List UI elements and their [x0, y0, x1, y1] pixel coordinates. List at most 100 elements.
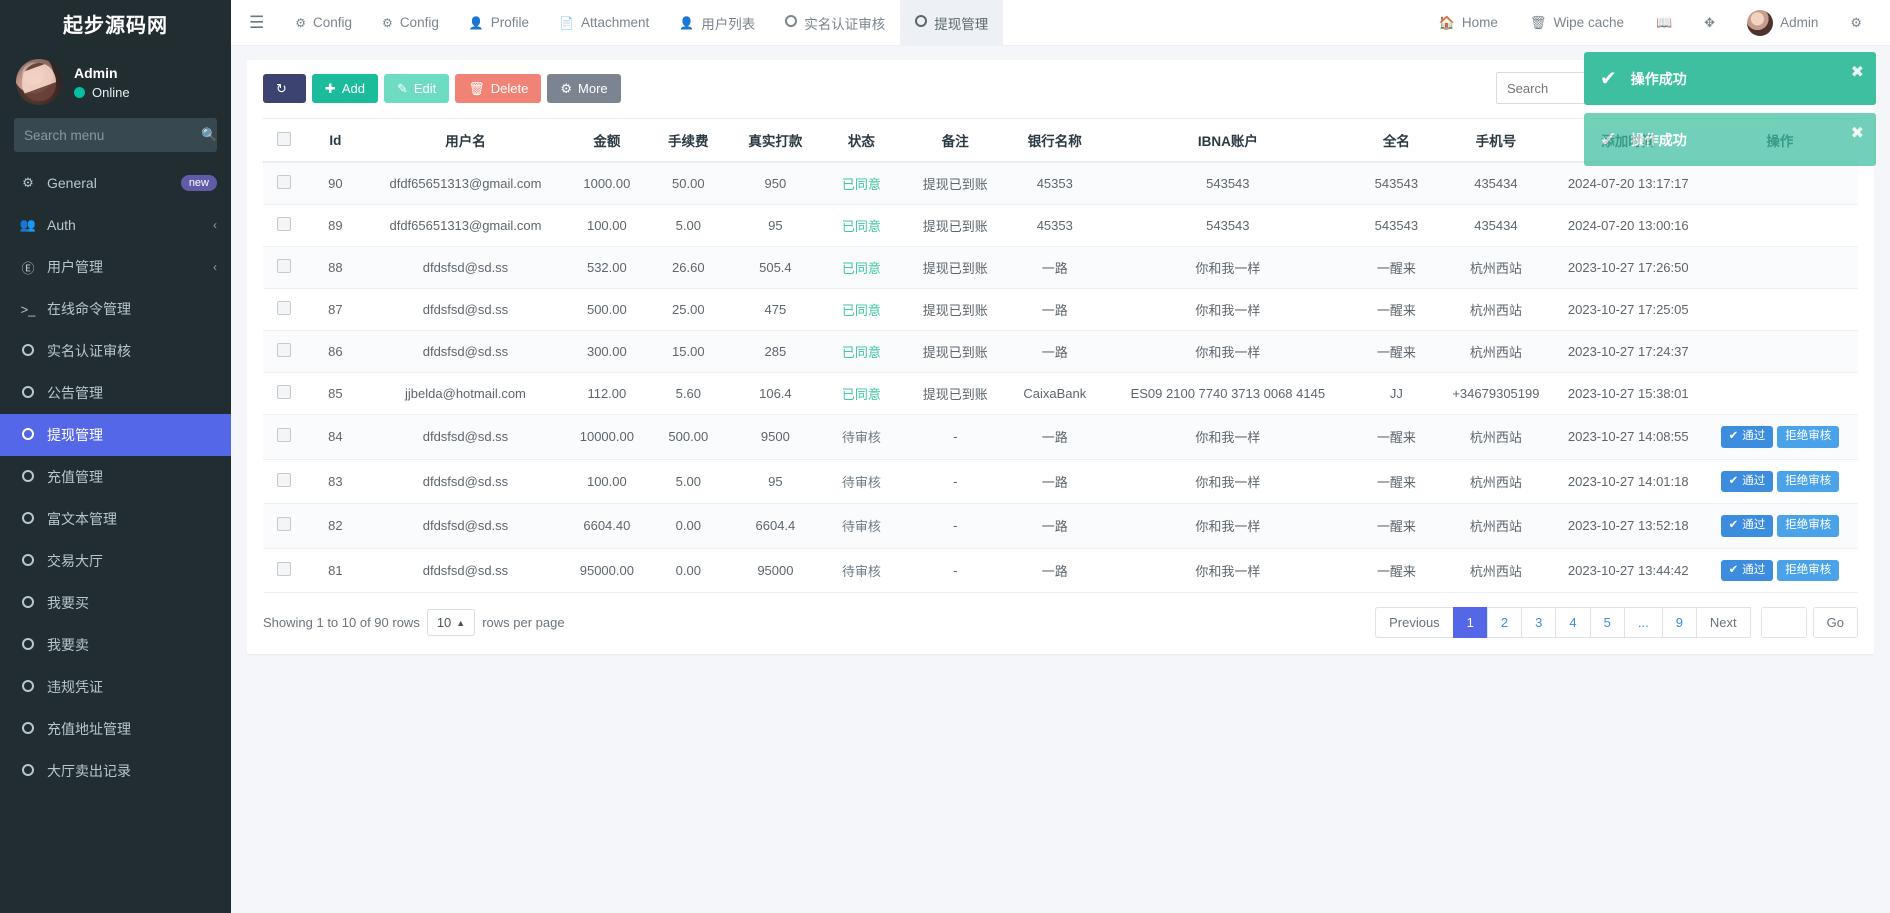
- sidebar-item-7[interactable]: 充值管理: [0, 456, 231, 498]
- page-next[interactable]: Next: [1695, 607, 1751, 638]
- refresh-button[interactable]: ↻: [263, 73, 306, 103]
- approve-button[interactable]: ✔ 通过: [1720, 559, 1774, 581]
- cell-select[interactable]: [263, 372, 306, 415]
- rows-per-page-select[interactable]: 10 ▲: [426, 609, 476, 636]
- reject-button[interactable]: 拒绝审核: [1777, 470, 1840, 492]
- approve-button[interactable]: ✔ 通过: [1720, 515, 1774, 537]
- topbar-action-cogs-icon[interactable]: ⚙: [1834, 0, 1878, 46]
- select-all-checkbox[interactable]: [277, 131, 292, 146]
- tab-4[interactable]: 👤 用户列表: [664, 0, 770, 46]
- col-header-4[interactable]: 手续费: [647, 118, 730, 163]
- table-row[interactable]: 81 dfdsfsd@sd.ss 95000.00 0.00 95000 待审核 - 一路 你和…: [263, 548, 1858, 593]
- goto-page-input[interactable]: [1760, 607, 1807, 638]
- tab-0[interactable]: ⚙ Config: [280, 0, 367, 46]
- select-all-header[interactable]: [263, 118, 306, 163]
- reject-button[interactable]: 拒绝审核: [1777, 426, 1840, 448]
- col-header-2[interactable]: 用户名: [364, 118, 567, 163]
- close-icon[interactable]: ✖: [1851, 62, 1864, 82]
- page-1[interactable]: 1: [1452, 607, 1488, 638]
- delete-button[interactable]: 🗑 Delete: [455, 73, 542, 103]
- topbar-action-home[interactable]: 🏠 Home: [1423, 0, 1514, 46]
- tab-3[interactable]: 📄 Attachment: [544, 0, 664, 46]
- sidebar-item-11[interactable]: 我要卖: [0, 624, 231, 666]
- topbar-action-admin[interactable]: Admin: [1731, 0, 1834, 46]
- table-row[interactable]: 85 jjbelda@hotmail.com 112.00 5.60 106.4 已同意 提…: [263, 372, 1858, 415]
- table-row[interactable]: 84 dfdsfsd@sd.ss 10000.00 500.00 9500 待审核 - 一路你…: [263, 414, 1858, 460]
- table-row[interactable]: 88 dfdsfsd@sd.ss 532.00 26.60 505.4 已同意 提现已到账一…: [263, 246, 1858, 289]
- sidebar-item-8[interactable]: 富文本管理: [0, 498, 231, 540]
- row-checkbox[interactable]: [277, 385, 292, 399]
- cell-select[interactable]: [263, 503, 306, 549]
- cell-select[interactable]: [263, 330, 306, 373]
- page-5[interactable]: 5: [1589, 607, 1625, 638]
- sidebar-item-5[interactable]: 公告管理: [0, 372, 231, 414]
- topbar-action-language-icon[interactable]: 📖: [1640, 0, 1688, 46]
- sidebar-search-box[interactable]: 🔍: [14, 118, 217, 152]
- more-button[interactable]: ⚙ More: [547, 73, 621, 103]
- table-row[interactable]: 87 dfdsfsd@sd.ss 500.00 25.00 475 已同意 提现已到账 一路你…: [263, 288, 1858, 331]
- topbar-action-wipe-cache[interactable]: 🗑 Wipe cache: [1514, 0, 1640, 46]
- sidebar-item-9[interactable]: 交易大厅: [0, 540, 231, 582]
- close-icon[interactable]: ✖: [1851, 123, 1864, 143]
- cell-select[interactable]: [263, 414, 306, 460]
- col-header-7[interactable]: 备注: [900, 118, 1010, 163]
- tab-1[interactable]: ⚙ Config: [367, 0, 454, 46]
- go-button[interactable]: Go: [1812, 607, 1858, 638]
- table-row[interactable]: 82 dfdsfsd@sd.ss 6604.40 0.00 6604.4 待审核 - 一路 你和…: [263, 503, 1858, 549]
- row-checkbox[interactable]: [277, 301, 292, 315]
- sidebar-item-4[interactable]: 实名认证审核: [0, 330, 231, 372]
- page-4[interactable]: 4: [1555, 607, 1591, 638]
- row-checkbox[interactable]: [277, 517, 292, 532]
- col-header-8[interactable]: 银行名称: [1009, 118, 1101, 163]
- page-previous[interactable]: Previous: [1375, 607, 1454, 638]
- reject-button[interactable]: 拒绝审核: [1777, 515, 1840, 537]
- tab-6[interactable]: 提现管理: [900, 0, 1004, 46]
- col-header-1[interactable]: Id: [305, 118, 365, 163]
- sidebar-item-3[interactable]: >_ 在线命令管理: [0, 288, 231, 330]
- table-row[interactable]: 89 dfdf65651313@gmail.com 100.00 5.00 95 已同意 提…: [263, 204, 1858, 247]
- table-row[interactable]: 86 dfdsfsd@sd.ss 300.00 15.00 285 已同意 提现已到账 一路你…: [263, 330, 1858, 373]
- sidebar-item-14[interactable]: 大厅卖出记录: [0, 750, 231, 792]
- approve-button[interactable]: ✔ 通过: [1720, 426, 1774, 448]
- page-...[interactable]: ...: [1623, 607, 1663, 638]
- cell-select[interactable]: [263, 204, 306, 247]
- tab-5[interactable]: 实名认证审核: [770, 0, 900, 46]
- col-header-3[interactable]: 金额: [566, 118, 648, 163]
- col-header-9[interactable]: IBNA账户: [1100, 118, 1356, 163]
- cell-select[interactable]: [263, 459, 306, 504]
- cell-select[interactable]: [263, 288, 306, 331]
- page-3[interactable]: 3: [1521, 607, 1557, 638]
- tab-2[interactable]: 👤 Profile: [454, 0, 544, 46]
- sidebar-item-2[interactable]: Ⓔ 用户管理 ‹: [0, 246, 231, 288]
- hamburger-icon[interactable]: ☰: [231, 14, 280, 31]
- page-2[interactable]: 2: [1486, 607, 1523, 638]
- col-header-10[interactable]: 全名: [1355, 118, 1438, 163]
- topbar-action-fullscreen-icon[interactable]: ✥: [1688, 0, 1731, 46]
- edit-button[interactable]: ✎ Edit: [383, 73, 450, 103]
- col-header-5[interactable]: 真实打款: [729, 118, 822, 163]
- reject-button[interactable]: 拒绝审核: [1777, 559, 1840, 581]
- sidebar-item-1[interactable]: 👥 Auth ‹: [0, 204, 231, 246]
- col-header-6[interactable]: 状态: [821, 118, 901, 163]
- row-checkbox[interactable]: [277, 472, 292, 487]
- row-checkbox[interactable]: [277, 428, 292, 443]
- row-checkbox[interactable]: [277, 175, 292, 189]
- sidebar-item-13[interactable]: 充值地址管理: [0, 708, 231, 750]
- page-9[interactable]: 9: [1661, 607, 1697, 638]
- sidebar-item-6[interactable]: 提现管理: [0, 414, 231, 456]
- cell-select[interactable]: [263, 162, 306, 205]
- sidebar-item-10[interactable]: 我要买: [0, 582, 231, 624]
- cell-select[interactable]: [263, 246, 306, 289]
- search-icon[interactable]: 🔍: [201, 127, 217, 143]
- sidebar-item-12[interactable]: 违规凭证: [0, 666, 231, 708]
- row-checkbox[interactable]: [277, 561, 292, 576]
- row-checkbox[interactable]: [277, 259, 292, 273]
- search-menu-input[interactable]: [24, 127, 201, 143]
- row-checkbox[interactable]: [277, 343, 292, 357]
- row-checkbox[interactable]: [277, 217, 292, 231]
- table-row[interactable]: 83 dfdsfsd@sd.ss 100.00 5.00 95 待审核 - 一路 你和我一样 一醒…: [263, 459, 1858, 504]
- approve-button[interactable]: ✔ 通过: [1720, 470, 1774, 492]
- col-header-11[interactable]: 手机号: [1437, 118, 1555, 163]
- sidebar-item-0[interactable]: ⚙ General new: [0, 162, 231, 204]
- cell-select[interactable]: [263, 548, 306, 593]
